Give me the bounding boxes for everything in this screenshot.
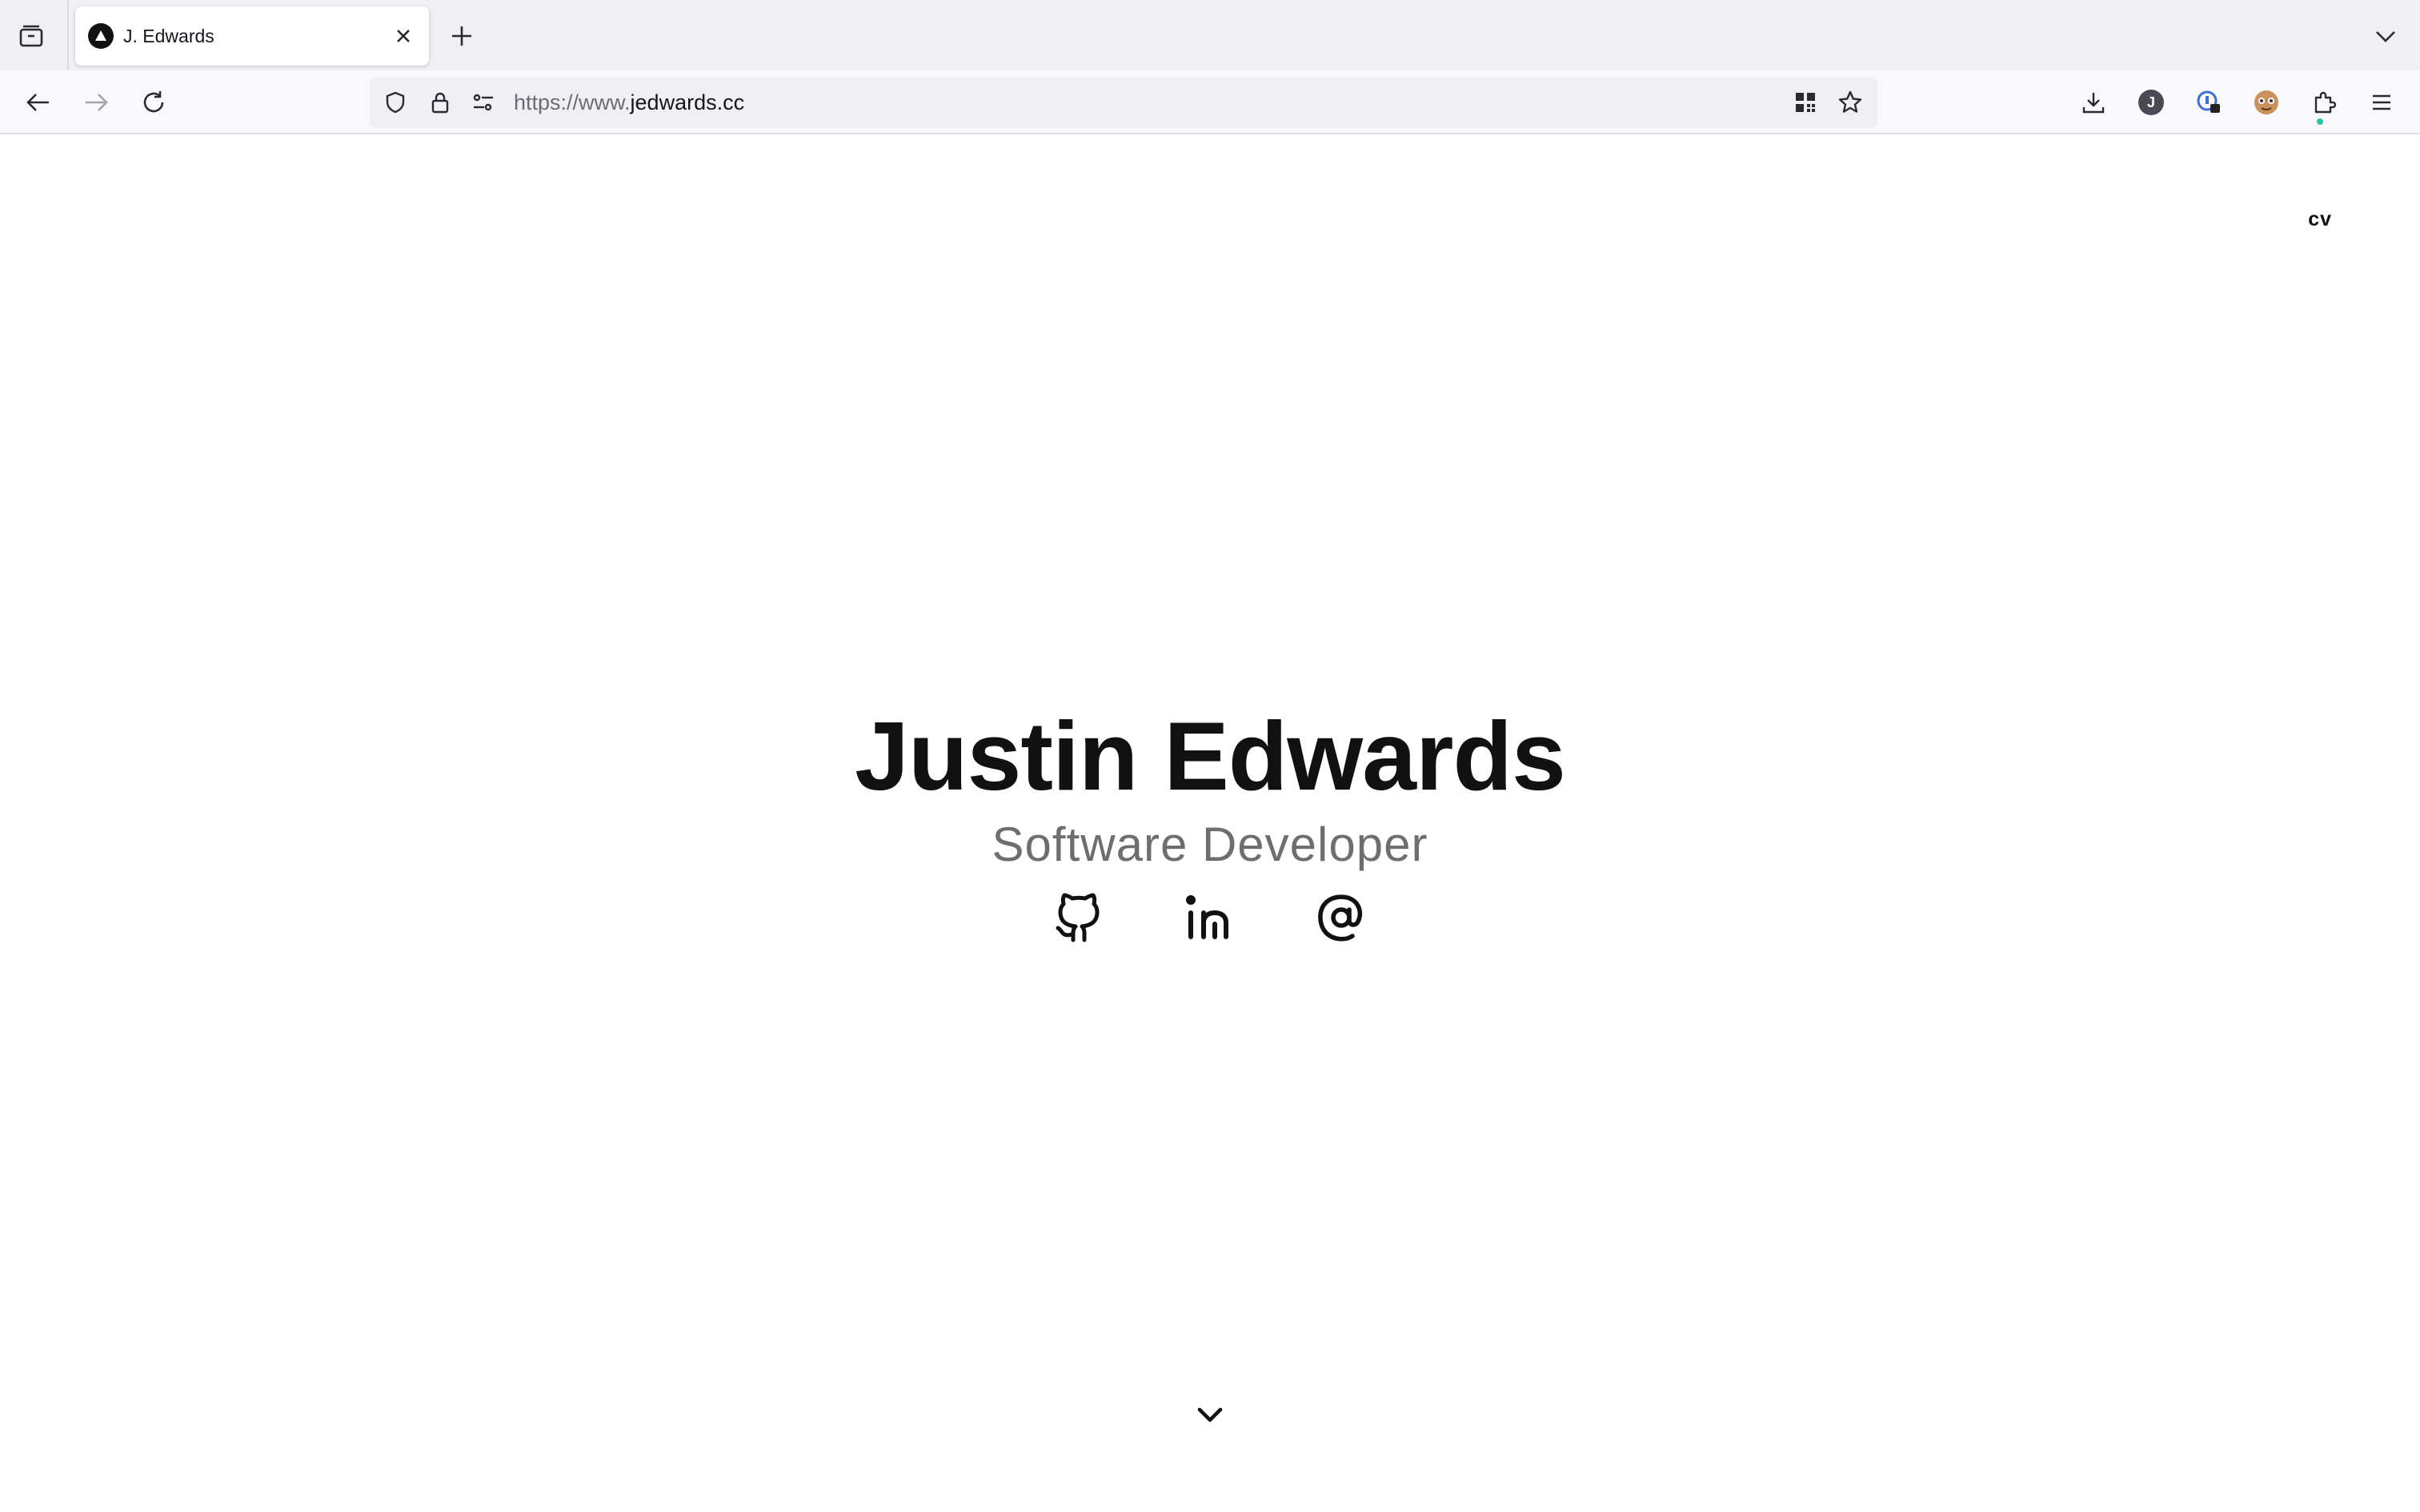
tab-active[interactable]: J. Edwards (75, 6, 429, 66)
page-title: Justin Edwards (855, 702, 1566, 810)
cv-link[interactable]: cv (2308, 208, 2332, 231)
star-icon[interactable] (1834, 86, 1866, 118)
chevron-down-icon[interactable] (2369, 19, 2402, 53)
password-extension-icon[interactable] (2191, 85, 2226, 120)
job-title: Software Developer (992, 818, 1428, 871)
page-content: cv Justin Edwards Software Developer (0, 136, 2420, 1512)
url-text[interactable]: https://www.jedwards.cc (514, 77, 744, 128)
url-prefix: https://www. (514, 90, 631, 114)
plus-icon[interactable] (445, 19, 479, 53)
linkedin-icon[interactable] (1185, 893, 1235, 942)
hero: Justin Edwards Software Developer (0, 696, 2420, 874)
email-at-icon[interactable] (1316, 893, 1366, 942)
download-icon[interactable] (2076, 85, 2111, 120)
permissions-icon[interactable] (467, 86, 499, 118)
chevron-down-icon[interactable] (1192, 1397, 1228, 1432)
social-links (0, 893, 2420, 942)
arrow-right-icon[interactable] (78, 85, 114, 120)
hamburger-menu-icon[interactable] (2364, 85, 2399, 120)
navigation-toolbar: https://www.jedwards.cc J (0, 70, 2420, 134)
github-icon[interactable] (1054, 893, 1104, 942)
url-domain: jedwards.cc (630, 90, 745, 114)
extension-badge-dot (2317, 118, 2323, 125)
account-initial: J (2138, 90, 2164, 115)
tab-title: J. Edwards (123, 26, 214, 46)
tab-separator (67, 0, 69, 70)
address-bar[interactable]: https://www.jedwards.cc (370, 77, 1877, 128)
close-icon[interactable] (389, 22, 418, 50)
qr-code-icon[interactable] (1789, 86, 1821, 118)
tab-list-icon[interactable] (14, 19, 48, 53)
triangle-logo-icon (88, 23, 114, 49)
tab-bar: J. Edwards (0, 0, 2420, 70)
reload-icon[interactable] (136, 85, 171, 120)
shield-icon[interactable] (379, 86, 411, 118)
puzzle-icon[interactable] (2306, 85, 2342, 120)
profile-avatar[interactable] (2249, 85, 2284, 120)
arrow-left-icon[interactable] (21, 85, 56, 120)
account-avatar[interactable]: J (2134, 85, 2169, 120)
lock-icon[interactable] (424, 86, 456, 118)
